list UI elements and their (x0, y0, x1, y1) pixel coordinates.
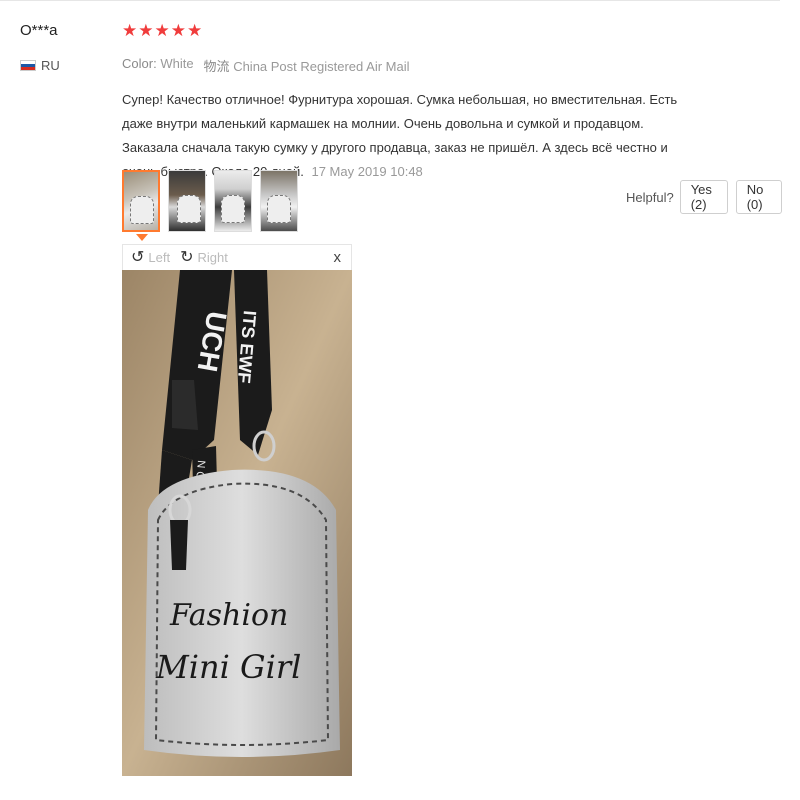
helpful-section: Helpful? Yes (2) No (0) (626, 180, 782, 214)
review-thumbnail[interactable] (122, 170, 160, 232)
reviewer-name: O***a (20, 22, 58, 39)
color-label: Color: (122, 56, 157, 71)
photo-print-line2: Mini Girl (155, 648, 301, 686)
russia-flag-icon (20, 60, 36, 71)
image-viewer-toolbar: ↺ Left ↻ Right x (122, 244, 352, 270)
active-thumbnail-pointer (136, 234, 148, 241)
helpful-no-button[interactable]: No (0) (735, 180, 782, 214)
shipping-attribute: 物流 China Post Registered Air Mail (204, 56, 410, 75)
review-photo: UCH ITS EWF N C E N I C Fashion Mini Gir… (122, 270, 352, 776)
star-icon: ★ (138, 21, 154, 40)
review-thumbnail[interactable] (214, 170, 252, 232)
review-date: 17 May 2019 10:48 (311, 164, 423, 179)
rotate-left-button[interactable]: ↺ Left (131, 248, 171, 266)
order-attributes: Color: White 物流 China Post Registered Ai… (122, 56, 410, 75)
shipping-label: 物流 (203, 59, 230, 74)
country-code: RU (41, 58, 60, 73)
close-icon[interactable]: x (334, 249, 342, 266)
helpful-label: Helpful? (626, 189, 674, 205)
bag-photo-illustration: UCH ITS EWF N C E N I C Fashion Mini Gir… (122, 270, 352, 776)
star-icon: ★ (154, 21, 170, 40)
review-thumbnail[interactable] (260, 170, 298, 232)
top-divider (0, 0, 780, 1)
rating-stars: ★ ★ ★ ★ ★ (122, 22, 202, 40)
rotate-right-button[interactable]: ↻ Right (180, 248, 228, 266)
color-value: White (160, 56, 194, 71)
rotate-left-icon: ↺ (131, 248, 145, 266)
review-thumbnail[interactable] (168, 170, 206, 232)
rotate-right-icon: ↻ (180, 248, 194, 266)
rotate-right-label: Right (197, 250, 228, 265)
helpful-yes-button[interactable]: Yes (2) (679, 180, 728, 214)
shipping-value: China Post Registered Air Mail (233, 59, 410, 74)
review-thumbnails (122, 170, 298, 232)
star-icon: ★ (170, 21, 186, 40)
star-icon: ★ (187, 21, 203, 40)
photo-print-line1: Fashion (169, 598, 288, 633)
reviewer-country: RU (20, 58, 60, 73)
color-attribute: Color: White (122, 56, 194, 75)
star-icon: ★ (122, 21, 138, 40)
rotate-left-label: Left (148, 250, 171, 265)
